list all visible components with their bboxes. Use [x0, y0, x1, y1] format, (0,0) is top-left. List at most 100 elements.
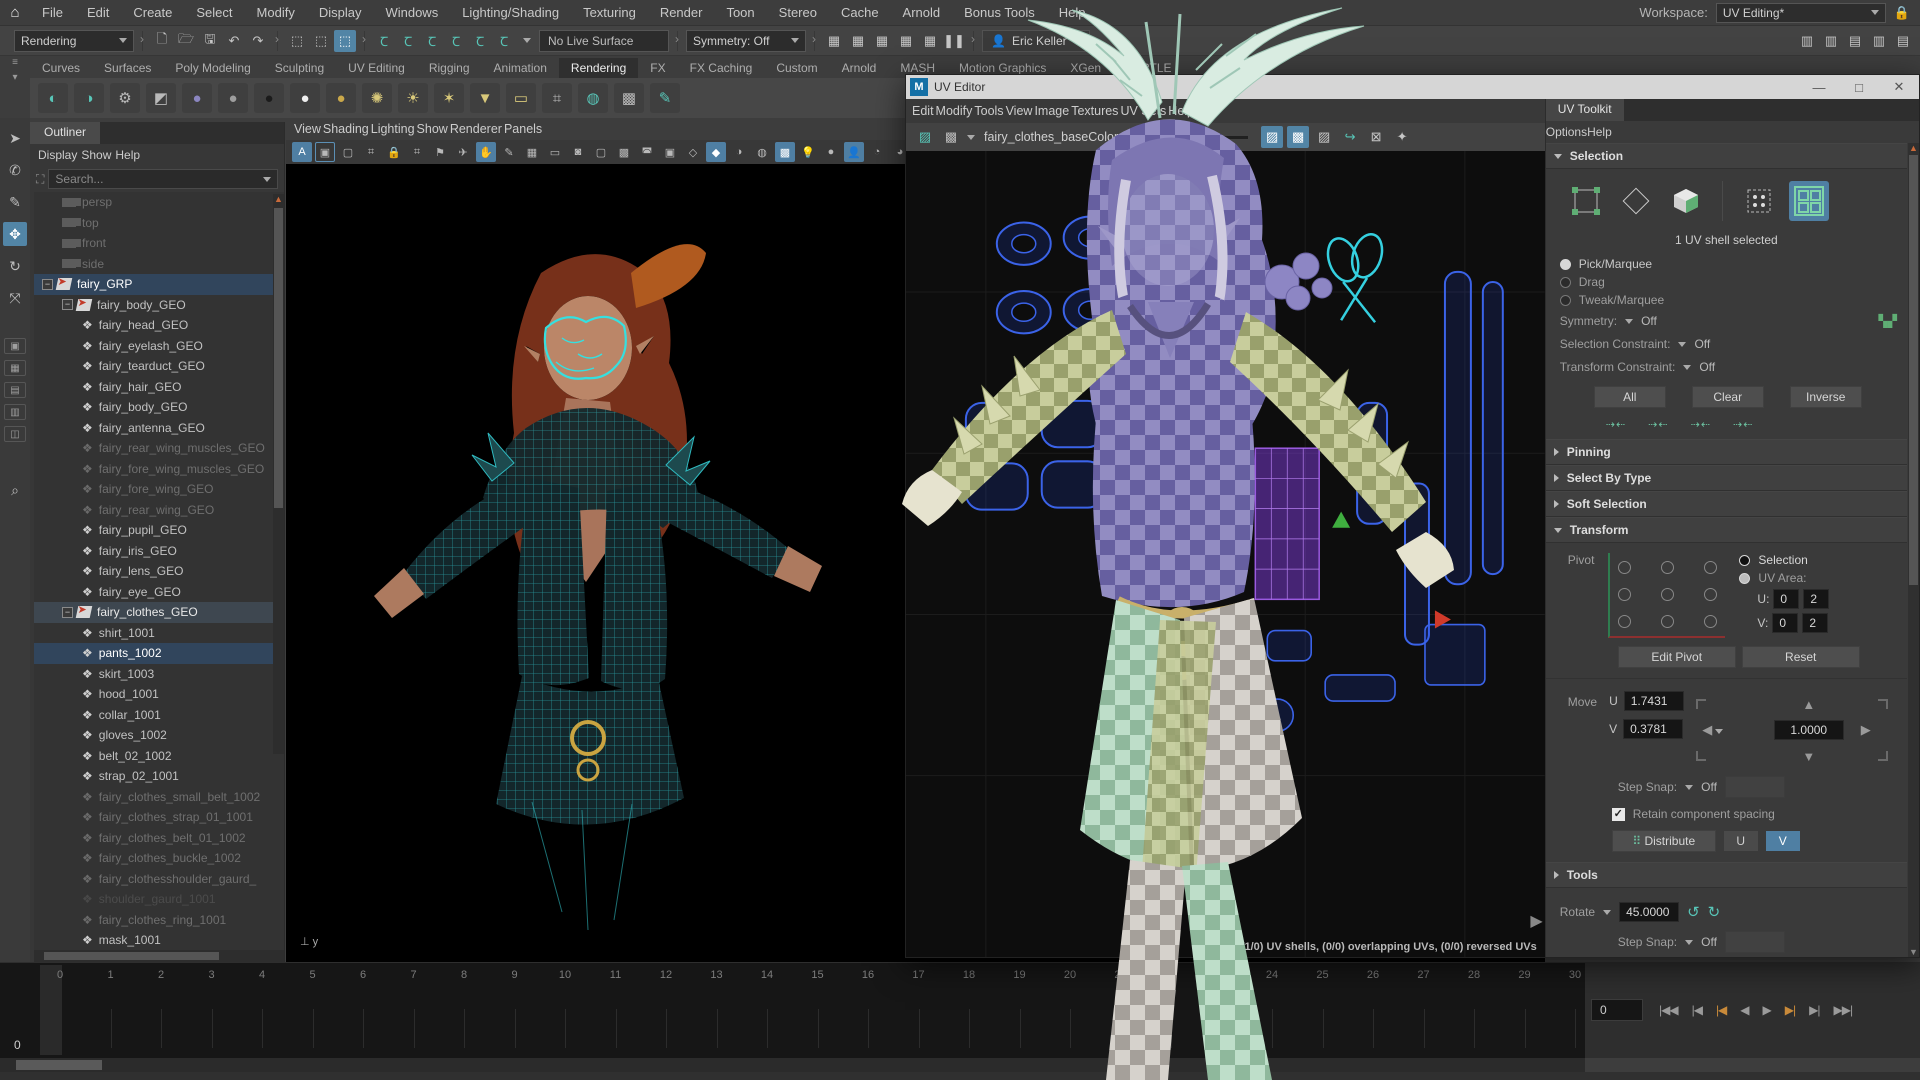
uv-editor-titlebar[interactable]: M UV Editor — □ ✕	[906, 75, 1919, 99]
outliner-menu-show[interactable]: Show	[81, 148, 111, 162]
outliner-item[interactable]: ❖belt_02_1002	[34, 746, 284, 767]
select-clear-button[interactable]: Clear	[1692, 386, 1764, 408]
selection-mode-radio-tweak-marquee[interactable]: Tweak/Marquee	[1546, 289, 1907, 307]
snap-projected-center-icon[interactable]: Ꞇ	[445, 30, 467, 52]
xray-icon[interactable]: ◔	[867, 142, 887, 162]
camera-attributes-icon[interactable]: ⌗	[407, 142, 427, 162]
expand-toggle-icon[interactable]: −	[42, 279, 53, 290]
outliner-item[interactable]: top	[34, 213, 284, 234]
menu-lighting-shading[interactable]: Lighting/Shading	[450, 0, 571, 26]
shrink-loop-icon[interactable]: ⇢⇠	[1648, 418, 1668, 431]
image-dim-slider[interactable]	[1158, 136, 1248, 139]
outliner-search-input[interactable]: Search...	[48, 169, 278, 189]
go-to-start-button[interactable]: |◀◀	[1657, 1003, 1680, 1017]
time-slider[interactable]: 0 01234567891011121314151617181920212223…	[0, 962, 1585, 1058]
snap-curve-icon[interactable]: Ꞇ	[397, 30, 419, 52]
new-scene-icon[interactable]: 🗋	[151, 30, 173, 52]
pause-icon[interactable]: ❚❚	[943, 30, 965, 52]
outliner-item[interactable]: ❖skirt_1003	[34, 664, 284, 685]
attribute-editor-icon[interactable]: ▤	[1844, 30, 1866, 52]
menu-file[interactable]: File	[30, 0, 75, 26]
outliner-item[interactable]: ❖fairy_clothes_strap_01_1001	[34, 807, 284, 828]
select-hierarchy-icon[interactable]: ⬚	[286, 30, 308, 52]
outliner-item[interactable]: side	[34, 254, 284, 275]
single-pane-layout-icon[interactable]: ▣	[4, 338, 26, 354]
toolkit-menu-help[interactable]: Help	[1587, 125, 1612, 139]
film-gate-icon[interactable]: ▭	[545, 142, 565, 162]
grid-icon[interactable]: ▦	[522, 142, 542, 162]
filtered-texture-icon[interactable]: ▩	[1287, 126, 1309, 148]
rotate-step-snap-value[interactable]: Off	[1701, 935, 1717, 949]
section-divider[interactable]	[142, 31, 143, 51]
move-up-button[interactable]: ▲	[1774, 697, 1844, 712]
safe-title-icon[interactable]: ▣	[660, 142, 680, 162]
outliner-item[interactable]: persp	[34, 192, 284, 213]
distribute-v-button[interactable]: V	[1766, 831, 1800, 851]
paint-effects-icon[interactable]: ✎	[650, 83, 680, 113]
step-back-frame-button[interactable]: |◀	[1690, 1003, 1704, 1017]
scroll-right-icon[interactable]: ▶	[1530, 911, 1542, 931]
menu-toon[interactable]: Toon	[714, 0, 766, 26]
symmetry-select[interactable]: Symmetry: Off	[686, 30, 806, 52]
menu-cache[interactable]: Cache	[829, 0, 891, 26]
scale-tool-icon[interactable]: ⤧	[3, 286, 27, 310]
uv-menu-view[interactable]: View	[1006, 104, 1033, 118]
section-divider[interactable]	[277, 31, 278, 51]
toolkit-scrollbar[interactable]: ▲ ▼	[1908, 143, 1919, 957]
symmetry-value[interactable]: Off	[1641, 314, 1657, 328]
lasso-tool-icon[interactable]: ✆	[3, 158, 27, 182]
move-arrow-pad[interactable]: ▲ ◀ 1.0000 ▶ ▼	[1696, 691, 1888, 769]
command-line[interactable]	[0, 1072, 1920, 1080]
make-live-icon[interactable]: Ꞇ	[493, 30, 515, 52]
current-frame-field[interactable]: 0	[1591, 999, 1643, 1021]
shelf-tab-custom[interactable]: Custom	[764, 58, 829, 78]
viewport-menu-shading[interactable]: Shading	[323, 122, 369, 136]
workspace-lock-icon[interactable]: 🔒	[1894, 5, 1910, 21]
camera-icon[interactable]: ⌗	[361, 142, 381, 162]
select-highlight-icon[interactable]: ▣	[315, 142, 335, 162]
hypershade-icon[interactable]: ▥	[1820, 30, 1842, 52]
texture-name-label[interactable]: fairy_clothes_baseColor	[984, 130, 1118, 144]
safe-action-icon[interactable]: ◚	[637, 142, 657, 162]
redo-icon[interactable]: ↷	[247, 30, 269, 52]
menu-display[interactable]: Display	[307, 0, 374, 26]
rotate-tool-icon[interactable]: ↻	[3, 254, 27, 278]
outliner-item[interactable]: ❖fairy_rear_wing_muscles_GEO	[34, 438, 284, 459]
select-component-icon[interactable]: ⬚	[334, 30, 356, 52]
move-v-field[interactable]: 0.3781	[1623, 719, 1683, 739]
section-divider[interactable]	[364, 31, 365, 51]
uv-area-u-min[interactable]: 0	[1773, 589, 1799, 609]
outliner-item[interactable]: ❖shoulder_gaurd_1001	[34, 889, 284, 910]
area-light-icon[interactable]: ▭	[506, 83, 536, 113]
outliner-item[interactable]: ❖shirt_1001	[34, 623, 284, 644]
edge-select-icon[interactable]	[1616, 181, 1656, 221]
move-down-button[interactable]: ▼	[1774, 749, 1844, 764]
spot-light-icon[interactable]: ▼	[470, 83, 500, 113]
tile-labels-icon[interactable]: ⊠	[1365, 126, 1387, 148]
selection-mode-radio-drag[interactable]: Drag	[1546, 271, 1907, 289]
uv-menu-uv-sets[interactable]: UV Sets	[1120, 104, 1166, 118]
section-pinning[interactable]: Pinning	[1546, 439, 1907, 465]
section-divider[interactable]	[677, 31, 678, 51]
tool-settings-icon[interactable]: ▥	[1868, 30, 1890, 52]
uv-editor-canvas[interactable]: (1/0) UV shells, (0/0) overlapping UVs, …	[906, 151, 1545, 957]
uv-menu-tools[interactable]: Tools	[974, 104, 1003, 118]
chevron-down-icon[interactable]	[523, 38, 531, 43]
shrink-selection-icon[interactable]: ⇢⇠	[1606, 418, 1626, 431]
ipr-render-icon[interactable]: ◑	[74, 83, 104, 113]
menu-render[interactable]: Render	[648, 0, 715, 26]
viewport-menu-panels[interactable]: Panels	[504, 122, 542, 136]
four-pane-layout-icon[interactable]: ▦	[4, 360, 26, 376]
uv-menu-edit[interactable]: Edit	[912, 104, 934, 118]
env-sphere-icon[interactable]: ◍	[578, 83, 608, 113]
shelf-tab-poly-modeling[interactable]: Poly Modeling	[163, 58, 262, 78]
select-tool-icon[interactable]: ➤	[3, 126, 27, 150]
outliner-item[interactable]: ❖mask_1001	[34, 930, 284, 950]
range-slider[interactable]	[0, 1058, 1585, 1072]
render-current-frame-icon[interactable]: ◐	[38, 83, 68, 113]
step-forward-frame-button[interactable]: ▶|	[1807, 1003, 1821, 1017]
retain-spacing-checkbox[interactable]: ✓	[1612, 808, 1625, 821]
checker-display-icon[interactable]: ▩	[775, 142, 795, 162]
outliner-item[interactable]: ❖fairy_pupil_GEO	[34, 520, 284, 541]
workspace-select[interactable]: UV Editing*	[1716, 3, 1886, 23]
